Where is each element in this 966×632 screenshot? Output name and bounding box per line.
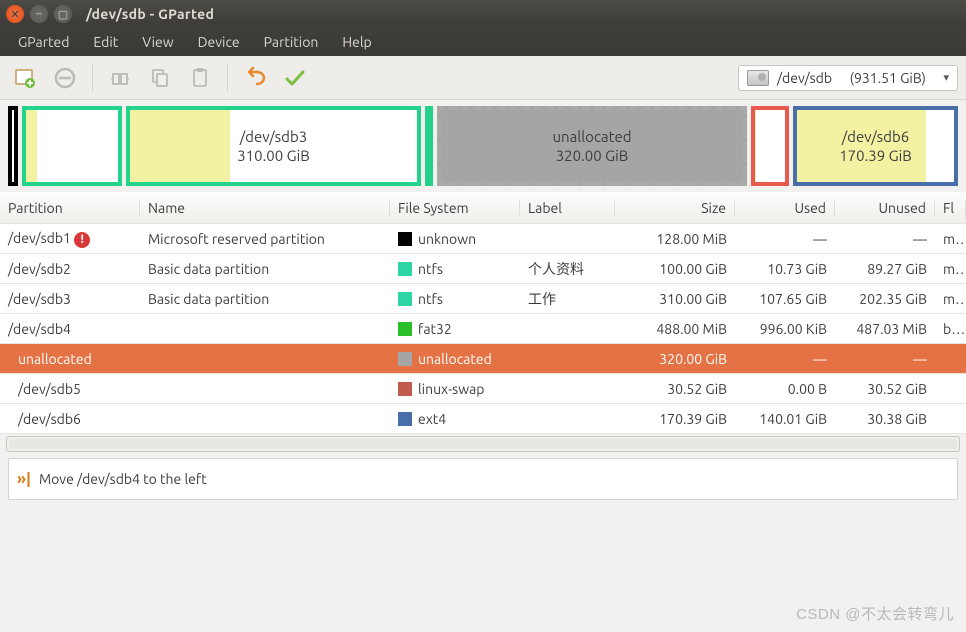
paste-partition-button: [183, 61, 217, 95]
viz-sdb3-size: 310.00 GiB: [237, 146, 310, 166]
col-used[interactable]: Used: [735, 200, 835, 216]
toolbar-separator: [227, 64, 228, 92]
undo-button[interactable]: [238, 61, 272, 95]
fs-color-swatch: [398, 262, 412, 276]
device-size: (931.51 GiB): [850, 70, 926, 86]
delete-partition-button: [48, 61, 82, 95]
viz-unallocated[interactable]: unallocated320.00 GiB: [437, 106, 747, 186]
window-minimize-button[interactable]: –: [30, 5, 48, 23]
fs-color-swatch: [398, 232, 412, 246]
menu-view[interactable]: View: [130, 30, 185, 54]
menu-edit[interactable]: Edit: [81, 30, 130, 54]
menu-partition[interactable]: Partition: [252, 30, 331, 54]
apply-button[interactable]: [278, 61, 312, 95]
chevron-down-icon: ▾: [943, 71, 949, 84]
viz-sdb4[interactable]: [425, 106, 433, 186]
resize-partition-button: [103, 61, 137, 95]
col-unused[interactable]: Unused: [835, 200, 935, 216]
table-row[interactable]: /dev/sdb2Basic data partitionntfs个人资料100…: [0, 254, 966, 284]
move-icon: »|: [17, 470, 31, 488]
device-selector[interactable]: /dev/sdb (931.51 GiB) ▾: [738, 65, 958, 91]
col-flags[interactable]: Fl: [935, 200, 966, 216]
menu-help[interactable]: Help: [330, 30, 383, 54]
col-label[interactable]: Label: [520, 200, 615, 216]
viz-sdb3[interactable]: /dev/sdb3310.00 GiB: [126, 106, 421, 186]
toolbar-separator: [92, 64, 93, 92]
viz-sdb5[interactable]: [751, 106, 789, 186]
disk-icon: [747, 70, 769, 86]
warning-icon: !: [74, 232, 90, 248]
viz-sdb6-label: /dev/sdb6: [839, 127, 912, 147]
partition-table: Partition Name File System Label Size Us…: [0, 192, 966, 434]
fs-color-swatch: [398, 292, 412, 306]
toolbar: /dev/sdb (931.51 GiB) ▾: [0, 56, 966, 100]
col-fs[interactable]: File System: [390, 200, 520, 216]
device-path: /dev/sdb: [777, 70, 832, 86]
menu-device[interactable]: Device: [186, 30, 252, 54]
window-maximize-button[interactable]: ▢: [54, 5, 72, 23]
col-partition[interactable]: Partition: [0, 200, 140, 216]
table-row[interactable]: /dev/sdb4fat32488.00 MiB996.00 KiB487.03…: [0, 314, 966, 344]
new-partition-button[interactable]: [8, 61, 42, 95]
col-name[interactable]: Name: [140, 200, 390, 216]
table-row[interactable]: /dev/sdb5linux-swap30.52 GiB0.00 B30.52 …: [0, 374, 966, 404]
table-header: Partition Name File System Label Size Us…: [0, 192, 966, 224]
fs-color-swatch: [398, 382, 412, 396]
menubar: GParted Edit View Device Partition Help: [0, 28, 966, 56]
fs-color-swatch: [398, 322, 412, 336]
col-size[interactable]: Size: [615, 200, 735, 216]
viz-sdb3-label: /dev/sdb3: [237, 127, 310, 147]
table-row[interactable]: unallocatedunallocated320.00 GiB——: [0, 344, 966, 374]
fs-color-swatch: [398, 352, 412, 366]
watermark: CSDN @不太会转弯儿: [796, 603, 954, 624]
viz-sdb1[interactable]: [8, 106, 18, 186]
viz-sdb6-size: 170.39 GiB: [839, 146, 912, 166]
partition-visualization: /dev/sdb3310.00 GiB unallocated320.00 Gi…: [0, 100, 966, 192]
table-row[interactable]: /dev/sdb3Basic data partitionntfs工作310.0…: [0, 284, 966, 314]
viz-unalloc-size: 320.00 GiB: [552, 146, 631, 166]
pending-text: Move /dev/sdb4 to the left: [39, 471, 207, 487]
titlebar: ✕ – ▢ /dev/sdb - GParted: [0, 0, 966, 28]
menu-gparted[interactable]: GParted: [6, 30, 81, 54]
table-row[interactable]: /dev/sdb6ext4170.39 GiB140.01 GiB30.38 G…: [0, 404, 966, 434]
fs-color-swatch: [398, 412, 412, 426]
viz-unalloc-label: unallocated: [552, 127, 631, 147]
copy-partition-button: [143, 61, 177, 95]
table-row[interactable]: /dev/sdb1 !Microsoft reserved partitionu…: [0, 224, 966, 254]
viz-sdb2[interactable]: [22, 106, 122, 186]
pending-operations[interactable]: »| Move /dev/sdb4 to the left: [8, 458, 958, 500]
window-close-button[interactable]: ✕: [6, 5, 24, 23]
window-title: /dev/sdb - GParted: [86, 6, 214, 22]
horizontal-scrollbar[interactable]: [6, 436, 960, 452]
viz-sdb6[interactable]: /dev/sdb6170.39 GiB: [793, 106, 958, 186]
